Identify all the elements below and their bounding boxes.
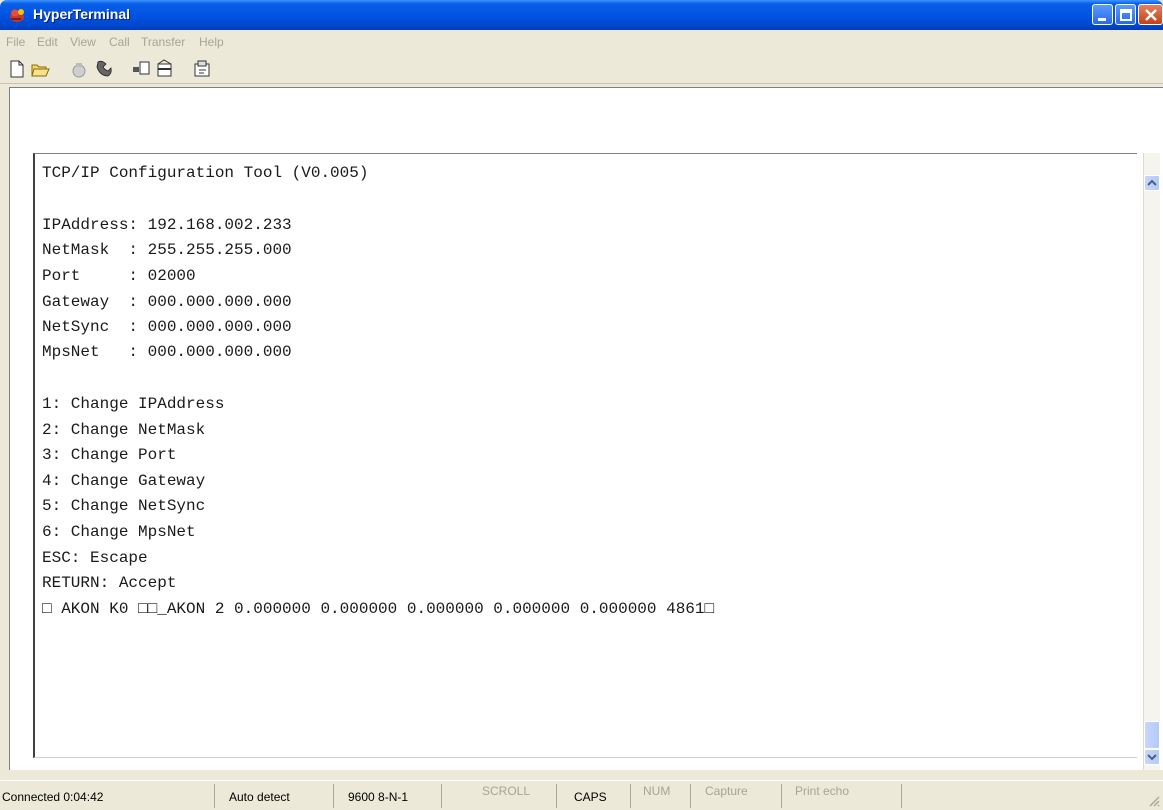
status-bar: Connected 0:04:42 Auto detect 9600 8-N-1… [0, 780, 1163, 810]
terminal-line: 5: Change NetSync [42, 497, 206, 515]
terminal-line: IPAddress: 192.168.002.233 [42, 216, 292, 234]
menu-file[interactable]: File [6, 35, 25, 49]
terminal-line: □ AKON K0 □□_AKON 2 0.000000 0.000000 0.… [42, 600, 715, 618]
terminal-line: TCP/IP Configuration Tool (V0.005) [42, 164, 369, 182]
terminal-line: Port : 02000 [42, 267, 196, 285]
status-print-echo: Print echo [795, 784, 850, 798]
terminal-line: RETURN: Accept [42, 574, 177, 592]
status-detect: Auto detect [229, 790, 290, 804]
terminal-line: 3: Change Port [42, 446, 177, 464]
send-icon[interactable] [131, 58, 153, 80]
status-capture: Capture [705, 784, 748, 798]
menu-view[interactable]: View [70, 35, 96, 49]
terminal-line: 1: Change IPAddress [42, 395, 225, 413]
scroll-down-button[interactable] [1144, 749, 1160, 765]
dial-icon[interactable] [92, 58, 114, 80]
new-connection-icon[interactable] [6, 58, 28, 80]
window-title: HyperTerminal [33, 6, 130, 22]
terminal-line: 6: Change MpsNet [42, 523, 196, 541]
vertical-scrollbar[interactable] [1143, 153, 1160, 770]
status-num: NUM [643, 784, 671, 798]
terminal-line: 4: Change Gateway [42, 472, 206, 490]
menu-help[interactable]: Help [199, 35, 224, 49]
minimize-button[interactable] [1092, 4, 1113, 25]
scroll-up-button[interactable] [1144, 175, 1160, 191]
status-connected: Connected 0:04:42 [2, 790, 104, 804]
status-scroll: SCROLL [482, 784, 531, 798]
open-icon[interactable] [29, 58, 51, 80]
resize-grip-icon[interactable] [1148, 795, 1160, 807]
terminal-line: Gateway : 000.000.000.000 [42, 293, 292, 311]
terminal-line: NetSync : 000.000.000.000 [42, 318, 292, 336]
terminal-line: ESC: Escape [42, 549, 148, 567]
hyperterminal-phone-icon [10, 9, 24, 22]
close-icon [1145, 9, 1157, 21]
minimize-icon [1098, 18, 1106, 21]
menu-transfer[interactable]: Transfer [141, 35, 185, 49]
terminal-line: NetMask : 255.255.255.000 [42, 241, 292, 259]
properties-icon[interactable] [191, 58, 213, 80]
toolbar [0, 54, 1163, 84]
terminal-line: MpsNet : 000.000.000.000 [42, 343, 292, 361]
title-bar[interactable]: HyperTerminal [0, 0, 1163, 30]
status-caps: CAPS [574, 790, 607, 804]
chevron-up-icon [1147, 179, 1157, 186]
maximize-button[interactable] [1115, 4, 1136, 25]
menu-call[interactable]: Call [109, 35, 130, 49]
maximize-icon [1120, 9, 1132, 21]
close-button[interactable] [1138, 4, 1163, 25]
status-port-settings: 9600 8-N-1 [348, 790, 409, 804]
disconnect-icon[interactable] [68, 58, 90, 80]
chevron-down-icon [1147, 754, 1157, 761]
terminal-line: 2: Change NetMask [42, 421, 206, 439]
menu-bar: File Edit View Call Transfer Help [0, 30, 1163, 54]
receive-icon[interactable] [154, 58, 176, 80]
scroll-thumb[interactable] [1144, 721, 1160, 749]
menu-edit[interactable]: Edit [37, 35, 58, 49]
